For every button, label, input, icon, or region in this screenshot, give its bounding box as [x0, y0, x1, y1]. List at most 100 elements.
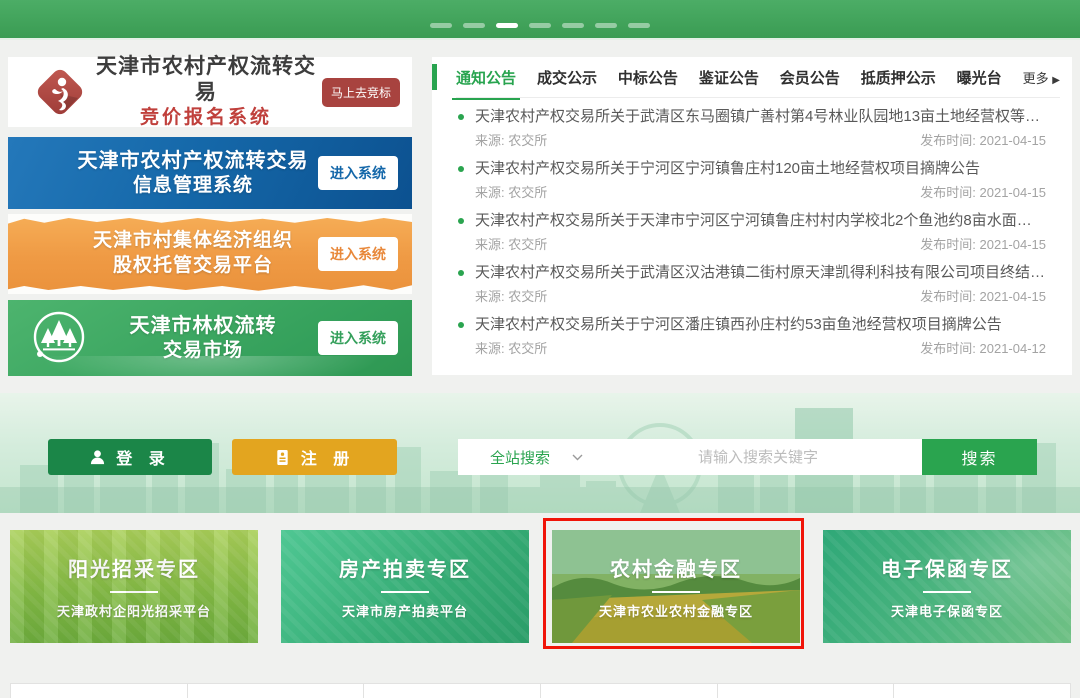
- tab-exposure[interactable]: 曝光台: [957, 56, 1002, 99]
- brand-diamond-icon: [30, 62, 90, 122]
- carousel-dash[interactable]: [628, 23, 650, 28]
- news-meta: 来源: 农交所 发布时间: 2021-04-12: [475, 341, 1046, 356]
- banner-line2: 交易市场: [88, 339, 318, 364]
- more-label: 更多: [1023, 71, 1049, 86]
- zone-divider: [110, 591, 158, 593]
- tab-winning-bid[interactable]: 中标公告: [618, 56, 678, 99]
- brand-subtitle: 竞价报名系统: [90, 106, 322, 130]
- carousel-dash[interactable]: [562, 23, 584, 28]
- banner-line1: 天津市林权流转: [88, 313, 318, 339]
- news-link[interactable]: 天津农村产权交易所关于武清区汉沽港镇二街村原天津凯得利科技有限公司项目终结公告: [458, 263, 1046, 283]
- news-tab-row: 通知公告 成交公示 中标公告 鉴证公告 会员公告 抵质押公示 曝光台 更多 ▶: [456, 57, 1060, 98]
- brand-text: 天津市农村产权流转交易 竞价报名系统: [90, 54, 322, 130]
- zone-real-estate-auction[interactable]: 房产拍卖专区 天津市房产拍卖平台: [281, 530, 529, 643]
- tab-deal-publicity[interactable]: 成交公示: [537, 56, 597, 99]
- footer-link-box[interactable]: [364, 683, 541, 698]
- search-input[interactable]: [608, 440, 908, 474]
- zone-sunshine-procurement[interactable]: 阳光招采专区 天津政村企阳光招采平台: [10, 530, 258, 643]
- zone-title: 电子保函专区: [881, 553, 1013, 582]
- bullet-icon: [458, 114, 464, 120]
- login-label: 登 录: [116, 445, 170, 469]
- news-list: 天津农村产权交易所关于武清区东马圈镇广善村第4号林业队园地13亩土地经营权等4个…: [458, 107, 1046, 367]
- zone-subtitle: 天津电子保函专区: [891, 601, 1003, 620]
- footer-link-box[interactable]: [188, 683, 365, 698]
- news-link[interactable]: 天津农村产权交易所关于天津市宁河区宁河镇鲁庄村村内学校北2个鱼池约8亩水面经营.…: [458, 211, 1046, 231]
- zone-subtitle: 天津市房产拍卖平台: [342, 601, 468, 620]
- footer-link-box[interactable]: [541, 683, 718, 698]
- news-item: 天津农村产权交易所关于天津市宁河区宁河镇鲁庄村村内学校北2个鱼池约8亩水面经营.…: [458, 211, 1046, 252]
- carousel-dash[interactable]: [595, 23, 617, 28]
- zone-subtitle: 天津市农业农村金融专区: [599, 601, 753, 620]
- banner-equity-platform[interactable]: 天津市村集体经济组织 股权托管交易平台 进入系统: [8, 214, 412, 294]
- banner-text: 天津市村集体经济组织 股权托管交易平台: [8, 229, 318, 278]
- user-icon: [89, 449, 106, 466]
- news-panel: 通知公告 成交公示 中标公告 鉴证公告 会员公告 抵质押公示 曝光台 更多 ▶ …: [432, 57, 1072, 375]
- search-button[interactable]: 搜索: [922, 439, 1037, 475]
- brand-title: 天津市农村产权流转交易: [90, 54, 322, 107]
- enter-system-button[interactable]: 进入系统: [318, 321, 398, 355]
- news-date: 发布时间: 2021-04-12: [920, 341, 1046, 356]
- footer-link-box[interactable]: [10, 683, 188, 698]
- login-button[interactable]: 登 录: [48, 439, 212, 475]
- news-source: 来源: 农交所: [475, 341, 547, 356]
- more-link[interactable]: 更多 ▶: [1023, 68, 1060, 87]
- id-card-icon: [274, 449, 291, 466]
- chevron-down-icon: [572, 454, 583, 461]
- news-source: 来源: 农交所: [475, 185, 547, 200]
- bullet-icon: [458, 270, 464, 276]
- zone-rural-finance[interactable]: 农村金融专区 天津市农业农村金融专区: [552, 530, 800, 643]
- tab-member-announcements[interactable]: 会员公告: [780, 56, 840, 99]
- footer-link-box[interactable]: [718, 683, 895, 698]
- search-scope-label: 全站搜索: [490, 447, 550, 468]
- tab-notice-announcements[interactable]: 通知公告: [456, 56, 516, 99]
- banner-info-management-system[interactable]: 天津市农村产权流转交易 信息管理系统 进入系统: [8, 137, 412, 209]
- zone-divider: [923, 591, 971, 593]
- zone-title: 房产拍卖专区: [339, 553, 471, 582]
- more-arrow-icon: ▶: [1052, 75, 1060, 86]
- banner-line1: 天津市村集体经济组织: [68, 229, 318, 254]
- footer-link-box[interactable]: [894, 683, 1071, 698]
- news-source: 来源: 农交所: [475, 133, 547, 148]
- news-meta: 来源: 农交所 发布时间: 2021-04-15: [475, 237, 1046, 252]
- carousel-indicators: [0, 23, 1080, 28]
- news-title: 天津农村产权交易所关于宁河区潘庄镇西孙庄村约53亩鱼池经营权项目摘牌公告: [475, 315, 1002, 335]
- banner-text: 天津市林权流转 交易市场: [88, 313, 318, 364]
- banner-text: 天津市农村产权流转交易 信息管理系统: [8, 148, 318, 199]
- news-item: 天津农村产权交易所关于宁河区宁河镇鲁庄村120亩土地经营权项目摘牌公告 来源: …: [458, 159, 1046, 200]
- zone-subtitle: 天津政村企阳光招采平台: [57, 601, 211, 620]
- banner-forest-market[interactable]: 天津市林权流转 交易市场 进入系统: [8, 300, 412, 376]
- news-source: 来源: 农交所: [475, 289, 547, 304]
- search-scope-select[interactable]: 全站搜索: [458, 447, 583, 468]
- zone-title: 农村金融专区: [610, 553, 742, 582]
- carousel-dash[interactable]: [430, 23, 452, 28]
- go-bid-button[interactable]: 马上去竞标: [322, 78, 400, 107]
- bullet-icon: [458, 166, 464, 172]
- homepage: 天津市农村产权流转交易 竞价报名系统 马上去竞标 天津市农村产权流转交易 信息管…: [0, 0, 1080, 698]
- news-date: 发布时间: 2021-04-15: [920, 185, 1046, 200]
- news-link[interactable]: 天津农村产权交易所关于宁河区宁河镇鲁庄村120亩土地经营权项目摘牌公告: [458, 159, 1046, 179]
- news-title: 天津农村产权交易所关于天津市宁河区宁河镇鲁庄村村内学校北2个鱼池约8亩水面经营.…: [475, 211, 1046, 231]
- banner-equity-platform-wrap: 天津市村集体经济组织 股权托管交易平台 进入系统: [8, 214, 412, 294]
- brand-card: 天津市农村产权流转交易 竞价报名系统 马上去竞标: [8, 57, 412, 127]
- banner-line2: 信息管理系统: [68, 174, 318, 199]
- carousel-dash[interactable]: [463, 23, 485, 28]
- banner-line2: 股权托管交易平台: [68, 254, 318, 279]
- news-link[interactable]: 天津农村产权交易所关于宁河区潘庄镇西孙庄村约53亩鱼池经营权项目摘牌公告: [458, 315, 1046, 335]
- zone-divider: [652, 591, 700, 593]
- footer-strip: [10, 683, 1071, 698]
- tab-pledge-publicity[interactable]: 抵质押公示: [861, 56, 936, 99]
- carousel-dash[interactable]: [529, 23, 551, 28]
- register-button[interactable]: 注 册: [232, 439, 397, 475]
- carousel-dash-active[interactable]: [496, 23, 518, 28]
- tab-certification[interactable]: 鉴证公告: [699, 56, 759, 99]
- bullet-icon: [458, 322, 464, 328]
- news-title: 天津农村产权交易所关于武清区东马圈镇广善村第4号林业队园地13亩土地经营权等4个…: [475, 107, 1046, 127]
- search-bar: 全站搜索: [458, 439, 922, 475]
- enter-system-button[interactable]: 进入系统: [318, 156, 398, 190]
- carousel-banner-bar: [0, 0, 1080, 40]
- enter-system-button[interactable]: 进入系统: [318, 237, 398, 271]
- tab-accent-bar: [432, 64, 437, 90]
- news-meta: 来源: 农交所 发布时间: 2021-04-15: [475, 185, 1046, 200]
- zone-electronic-guarantee[interactable]: 电子保函专区 天津电子保函专区: [823, 530, 1071, 643]
- news-link[interactable]: 天津农村产权交易所关于武清区东马圈镇广善村第4号林业队园地13亩土地经营权等4个…: [458, 107, 1046, 127]
